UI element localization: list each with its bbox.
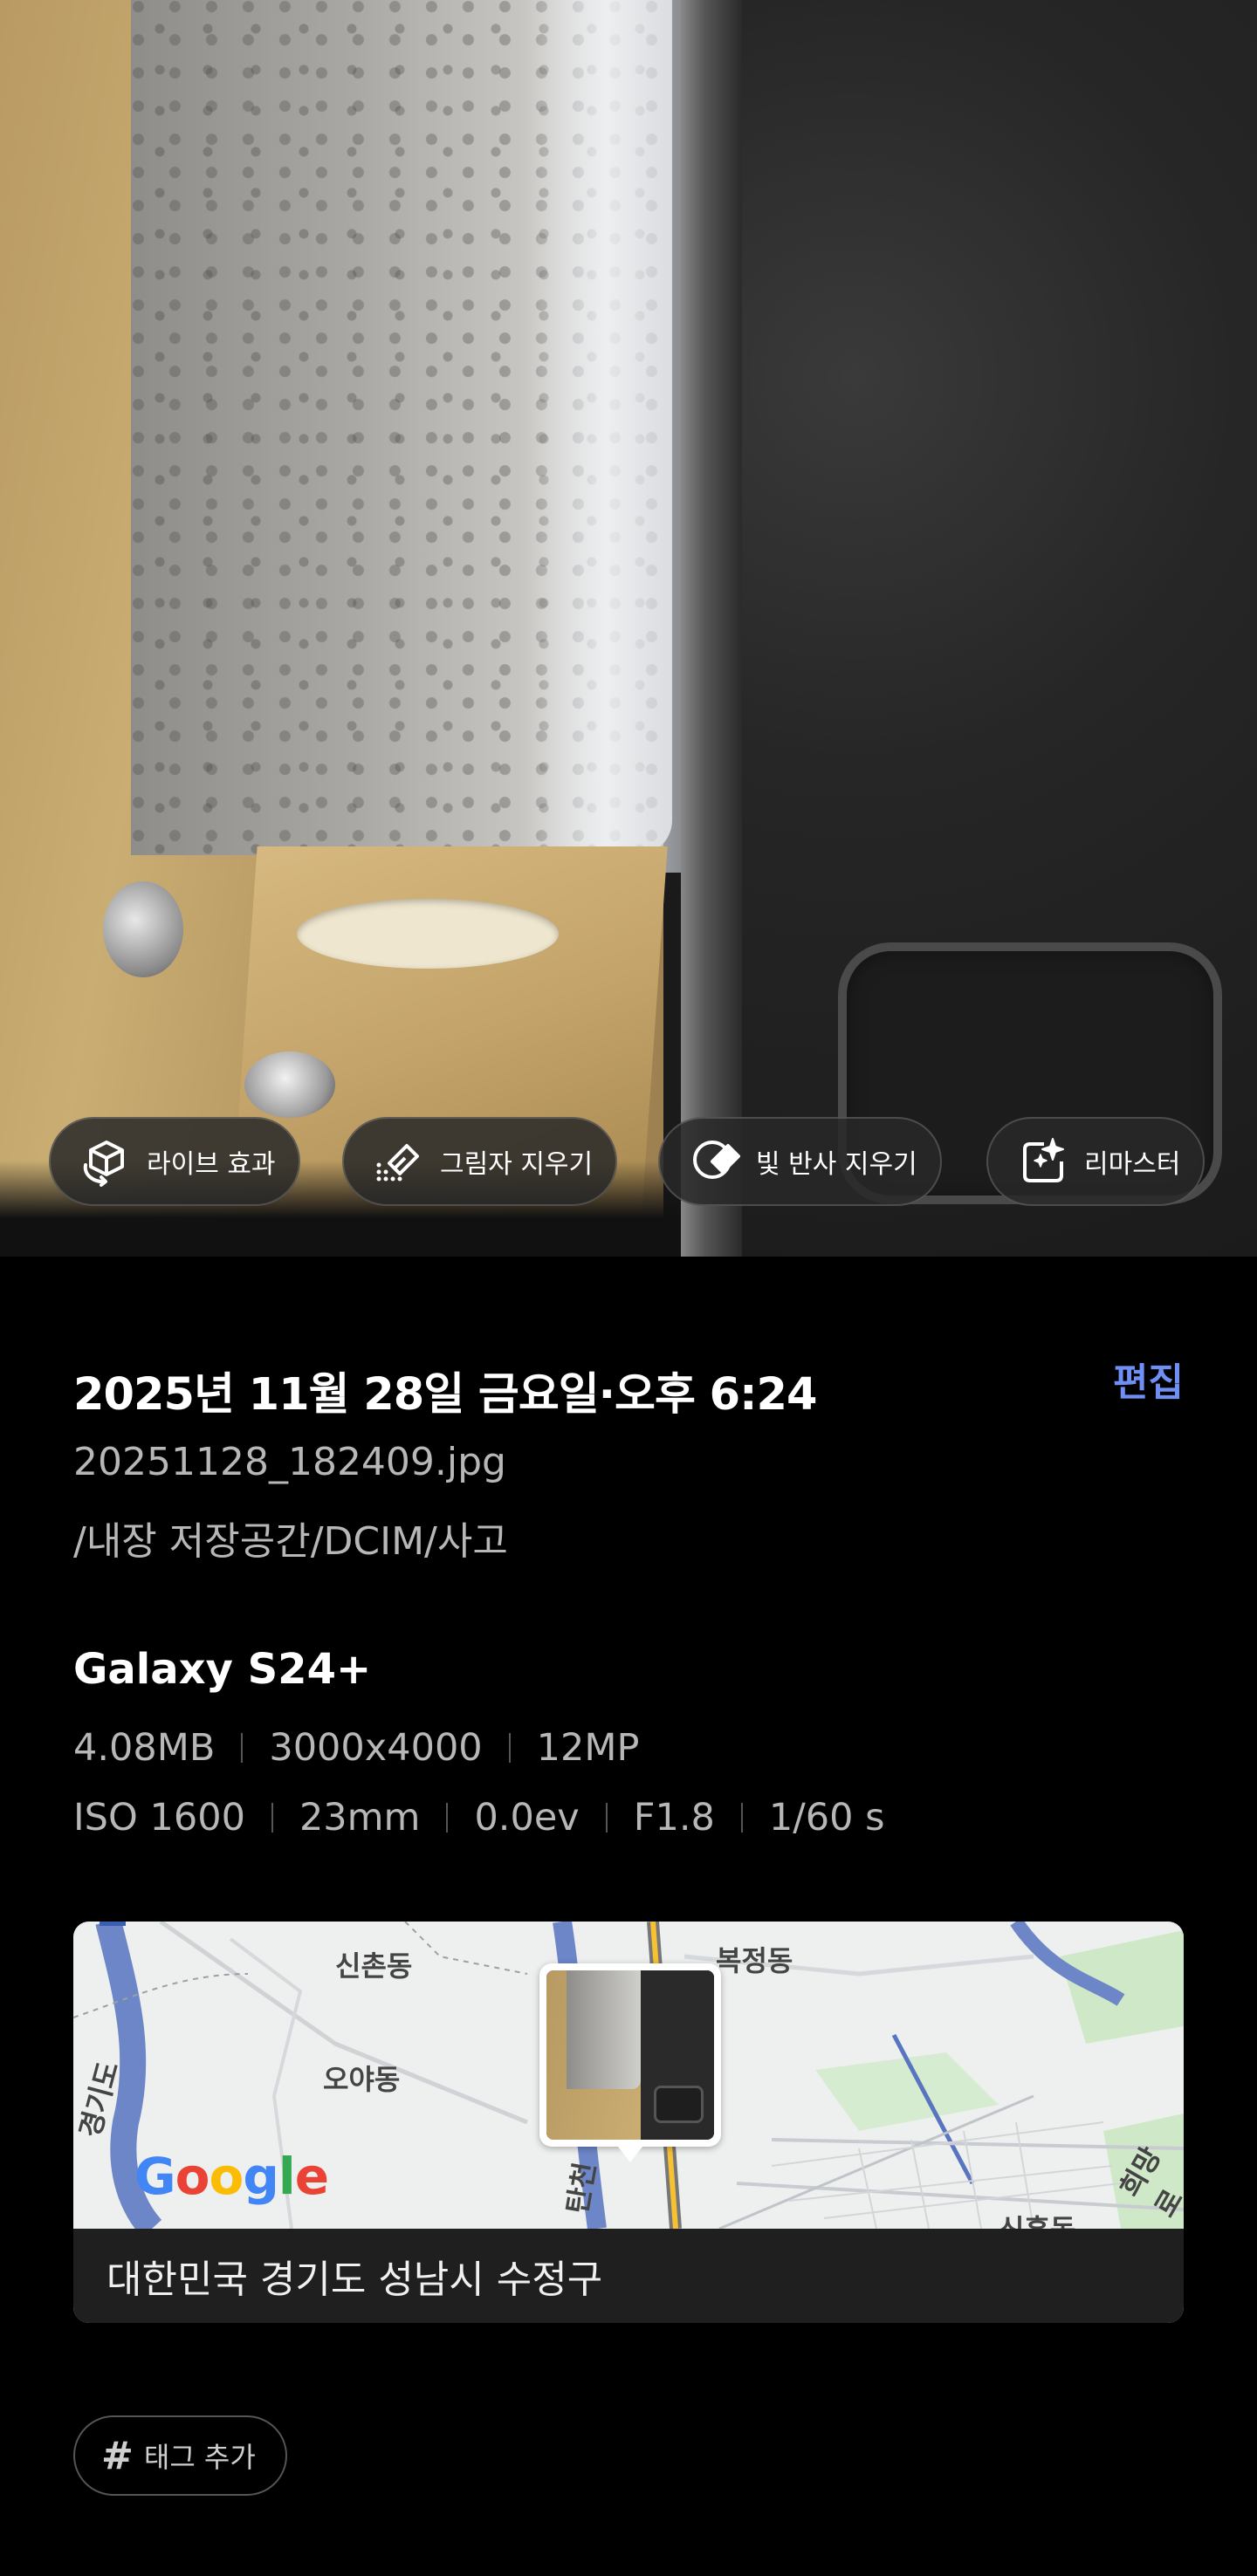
hashtag-icon: # [101, 2433, 134, 2478]
photo-plastic-film [524, 0, 690, 873]
cube-rotate-icon [83, 1141, 124, 1187]
resolution: 3000x4000 [269, 1726, 483, 1770]
divider [241, 1733, 244, 1763]
location-address: 대한민국 경기도 성남시 수정구 [73, 2229, 1184, 2323]
shadow-erase-button[interactable]: 그림자 지우기 [342, 1117, 618, 1206]
map-label-sinchon: 신촌동 [335, 1949, 413, 1983]
map-label-bokjeong: 복정동 [716, 1944, 793, 1977]
divider [605, 1803, 608, 1833]
reflection-eraser-icon [693, 1141, 740, 1179]
live-effect-label: 라이브 효과 [147, 1149, 276, 1180]
map-photo-pin[interactable] [539, 1963, 721, 2162]
megapixels: 12MP [536, 1726, 640, 1770]
photo-viewer[interactable]: 라이브 효과 그림자 지우기 빛 반사 지우기 리마스터 [0, 0, 1257, 1257]
edit-button[interactable]: 편집 [1113, 1351, 1184, 1407]
photo-thumbnail [546, 1970, 714, 2140]
reflection-erase-button[interactable]: 빛 반사 지우기 [658, 1117, 942, 1206]
device-model: Galaxy S24+ [73, 1645, 372, 1694]
photo-magnet [103, 881, 183, 977]
camera-specs: ISO 1600 23mm 0.0ev F1.8 1/60 s [73, 1796, 885, 1840]
photo-datetime: 2025년 11월 28일 금요일·오후 6:24 [73, 1369, 817, 1421]
file-specs: 4.08MB 3000x4000 12MP [73, 1726, 639, 1770]
map-view[interactable]: 신촌동 오야동 복정동 경기도 탄천 희망로 신흥동 Google [73, 1922, 1184, 2229]
divider [740, 1803, 743, 1833]
photo-slot [297, 899, 559, 969]
remaster-label: 리마스터 [1084, 1149, 1181, 1180]
aperture: F1.8 [633, 1796, 715, 1840]
focal-length: 23mm [299, 1796, 421, 1840]
remaster-button[interactable]: 리마스터 [986, 1117, 1205, 1206]
location-map-card[interactable]: 신촌동 오야동 복정동 경기도 탄천 희망로 신흥동 Google 대한민국 경… [73, 1922, 1184, 2323]
exposure-value: 0.0ev [474, 1796, 580, 1840]
sparkle-image-icon [1023, 1138, 1064, 1182]
live-effect-button[interactable]: 라이브 효과 [49, 1117, 300, 1206]
divider [271, 1803, 273, 1833]
divider [508, 1733, 511, 1763]
file-name: 20251128_182409.jpg [73, 1440, 506, 1484]
add-tag-button[interactable]: # 태그 추가 [73, 2415, 287, 2496]
file-path: /내장 저장공간/DCIM/사고 [73, 1519, 508, 1564]
divider [446, 1803, 449, 1833]
map-label-sinheung: 신흥동 [999, 2208, 1075, 2229]
reflection-erase-label: 빛 반사 지우기 [756, 1149, 917, 1180]
eraser-icon [376, 1144, 419, 1182]
photo-magnet [244, 1052, 335, 1118]
shutter-speed: 1/60 s [768, 1796, 885, 1840]
google-logo: Google [134, 2147, 329, 2206]
shadow-erase-label: 그림자 지우기 [440, 1149, 594, 1180]
add-tag-label: 태그 추가 [143, 2441, 256, 2474]
file-size: 4.08MB [73, 1726, 216, 1770]
iso: ISO 1600 [73, 1796, 245, 1840]
map-label-oya: 오야동 [323, 2063, 401, 2096]
